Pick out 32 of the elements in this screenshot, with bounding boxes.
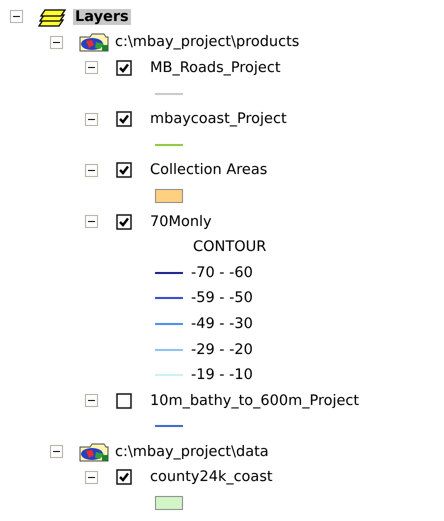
layer-checkbox[interactable] [116, 60, 132, 76]
class-label: -19 - -10 [191, 367, 253, 384]
collapse-toggle[interactable] [85, 112, 98, 126]
layer-checkbox[interactable] [116, 162, 132, 178]
collapse-toggle[interactable] [85, 215, 98, 228]
layer-name[interactable]: MB_Roads_Project [150, 60, 281, 76]
collapse-toggle[interactable] [85, 470, 98, 484]
layer-name[interactable]: county24k_coast [150, 469, 273, 486]
layer-checkbox[interactable] [116, 214, 132, 230]
layer-name[interactable]: Collection Areas [150, 162, 268, 178]
root-label[interactable]: Layers [73, 8, 131, 25]
layer-name[interactable]: mbaycoast_Project [150, 111, 287, 128]
data-frame-path[interactable]: c:\mbay_project\products [115, 34, 300, 50]
class-label: -59 - -50 [191, 290, 253, 306]
class-label: -70 - -60 [191, 264, 253, 281]
collapse-toggle[interactable] [85, 61, 98, 74]
class-label: -49 - -30 [191, 316, 253, 332]
collapse-toggle[interactable] [50, 36, 63, 49]
collapse-toggle[interactable] [50, 445, 63, 458]
layer-name[interactable]: 70Monly [150, 214, 212, 230]
layer-checkbox[interactable] [116, 469, 132, 486]
layer-name[interactable]: 10m_bathy_to_600m_Project [150, 392, 360, 409]
field-heading: CONTOUR [193, 239, 266, 256]
folder-globe-icon [78, 440, 110, 463]
collapse-toggle[interactable] [85, 394, 98, 408]
folder-globe-icon [78, 31, 110, 54]
class-label: -29 - -20 [191, 342, 253, 358]
collapse-toggle[interactable] [10, 10, 23, 24]
layer-checkbox[interactable] [116, 111, 132, 128]
data-frame-path[interactable]: c:\mbay_project\data [115, 444, 269, 460]
collapse-toggle[interactable] [85, 164, 98, 177]
layer-checkbox[interactable] [116, 392, 132, 409]
